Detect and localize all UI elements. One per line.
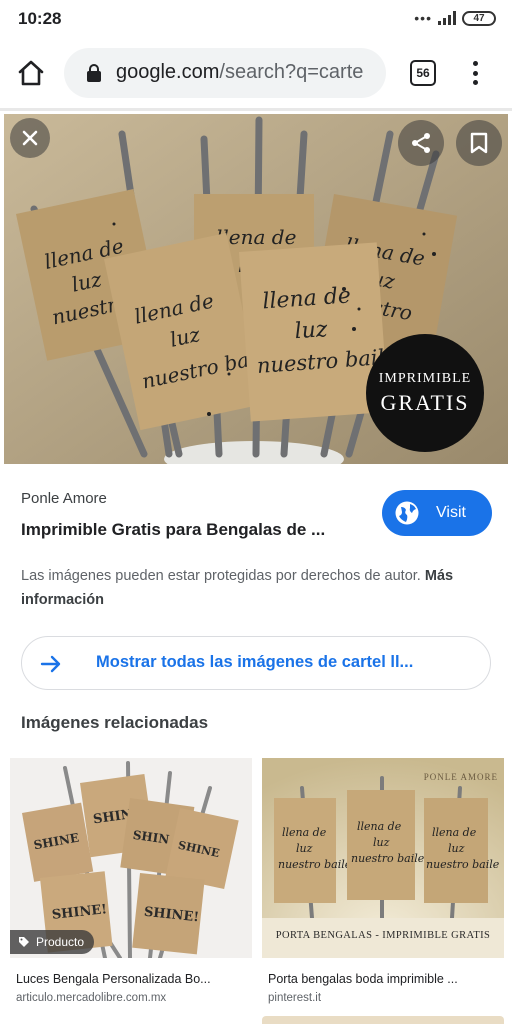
related-image: llena de luz nuestro baile llena de luz nues… [262, 758, 504, 958]
related-domain: pinterest.it [268, 992, 322, 1004]
address-bar[interactable]: google.com/search?q=carte [64, 48, 386, 98]
lock-icon [87, 64, 101, 82]
gratis-badge: IMPRIMIBLE GRATIS [366, 334, 484, 452]
signal-icon [438, 11, 456, 25]
show-all-label: Mostrar todas las imágenes de cartel ll.… [96, 653, 414, 671]
url-host: google.com [116, 61, 220, 83]
svg-text:llena de: llena de [432, 826, 477, 839]
badge-line2: GRATIS [380, 390, 470, 415]
related-heading: Imágenes relacionadas [21, 713, 209, 732]
copyright-notice: Las imágenes pueden estar protegidas por… [21, 564, 491, 612]
copyright-text: Las imágenes pueden estar protegidas por… [21, 568, 421, 584]
url-text: google.com/search?q=carte [116, 61, 363, 84]
status-bar: 10:28 ••• 47 [0, 0, 512, 38]
porta-bengalas-photo: llena de luz nuestro baile llena de luz nues… [262, 758, 504, 958]
close-button[interactable] [10, 118, 50, 158]
related-title: Porta bengalas boda imprimible ... [268, 972, 458, 986]
result-source[interactable]: Ponle Amore [21, 490, 107, 507]
related-card[interactable]: llena de luz nuestro baile llena de luz nues… [262, 758, 504, 1008]
product-badge-label: Producto [36, 935, 85, 949]
badge-line1: IMPRIMIBLE [378, 371, 472, 386]
globe-icon [395, 501, 419, 525]
bookmark-icon [470, 132, 488, 154]
image-caption: PORTA BENGALAS - IMPRIMIBLE GRATIS [275, 930, 491, 941]
save-button[interactable] [456, 120, 502, 166]
shine-tags-photo: SHINE SHINE! SHIN SHINE SHINE! SHINE! [10, 758, 252, 958]
status-time: 10:28 [18, 9, 62, 28]
svg-text:luz: luz [448, 842, 465, 855]
visit-button[interactable]: Visit [382, 490, 492, 536]
product-badge: Producto [10, 930, 95, 954]
svg-text:luz: luz [296, 842, 313, 855]
next-related-card-peek[interactable] [262, 1016, 504, 1024]
svg-text:llena de: llena de [282, 826, 327, 839]
share-icon [412, 133, 430, 153]
battery-icon: 47 [462, 10, 496, 26]
browser-toolbar: google.com/search?q=carte 56 [0, 38, 512, 108]
svg-text:luz: luz [294, 317, 329, 344]
svg-text:llena de: llena de [357, 820, 402, 833]
tab-switcher-button[interactable]: 56 [410, 60, 436, 86]
related-card[interactable]: SHINE SHINE! SHIN SHINE SHINE! SHINE! Pr… [10, 758, 252, 1008]
hero-image[interactable]: llena de luz nuestro llena de luz llena … [4, 114, 508, 464]
share-button[interactable] [398, 120, 444, 166]
toolbar-divider [0, 108, 512, 111]
tag-icon [19, 937, 29, 947]
more-menu-button[interactable] [468, 58, 482, 88]
home-button[interactable] [16, 58, 46, 88]
related-image: SHINE SHINE! SHIN SHINE SHINE! SHINE! Pr… [10, 758, 252, 958]
svg-text:nuestro baile: nuestro baile [351, 852, 425, 865]
home-icon [18, 60, 44, 86]
result-title[interactable]: Imprimible Gratis para Bengalas de ... [21, 520, 325, 540]
svg-text:luz: luz [373, 836, 390, 849]
related-domain: articulo.mercadolibre.com.mx [16, 992, 167, 1004]
brand-watermark: PONLE AMORE [423, 772, 498, 782]
related-title: Luces Bengala Personalizada Bo... [16, 972, 211, 986]
close-icon [22, 130, 38, 146]
svg-text:nuestro baile: nuestro baile [278, 858, 352, 871]
svg-text:nuestro baile: nuestro baile [426, 858, 500, 871]
status-icons: ••• 47 [414, 10, 496, 26]
url-path: /search?q=carte [219, 61, 364, 83]
visit-label: Visit [436, 504, 466, 521]
show-all-images-button[interactable]: Mostrar todas las imágenes de cartel ll.… [21, 636, 491, 690]
arrow-right-icon [40, 655, 61, 673]
notification-dots-icon: ••• [414, 10, 432, 26]
